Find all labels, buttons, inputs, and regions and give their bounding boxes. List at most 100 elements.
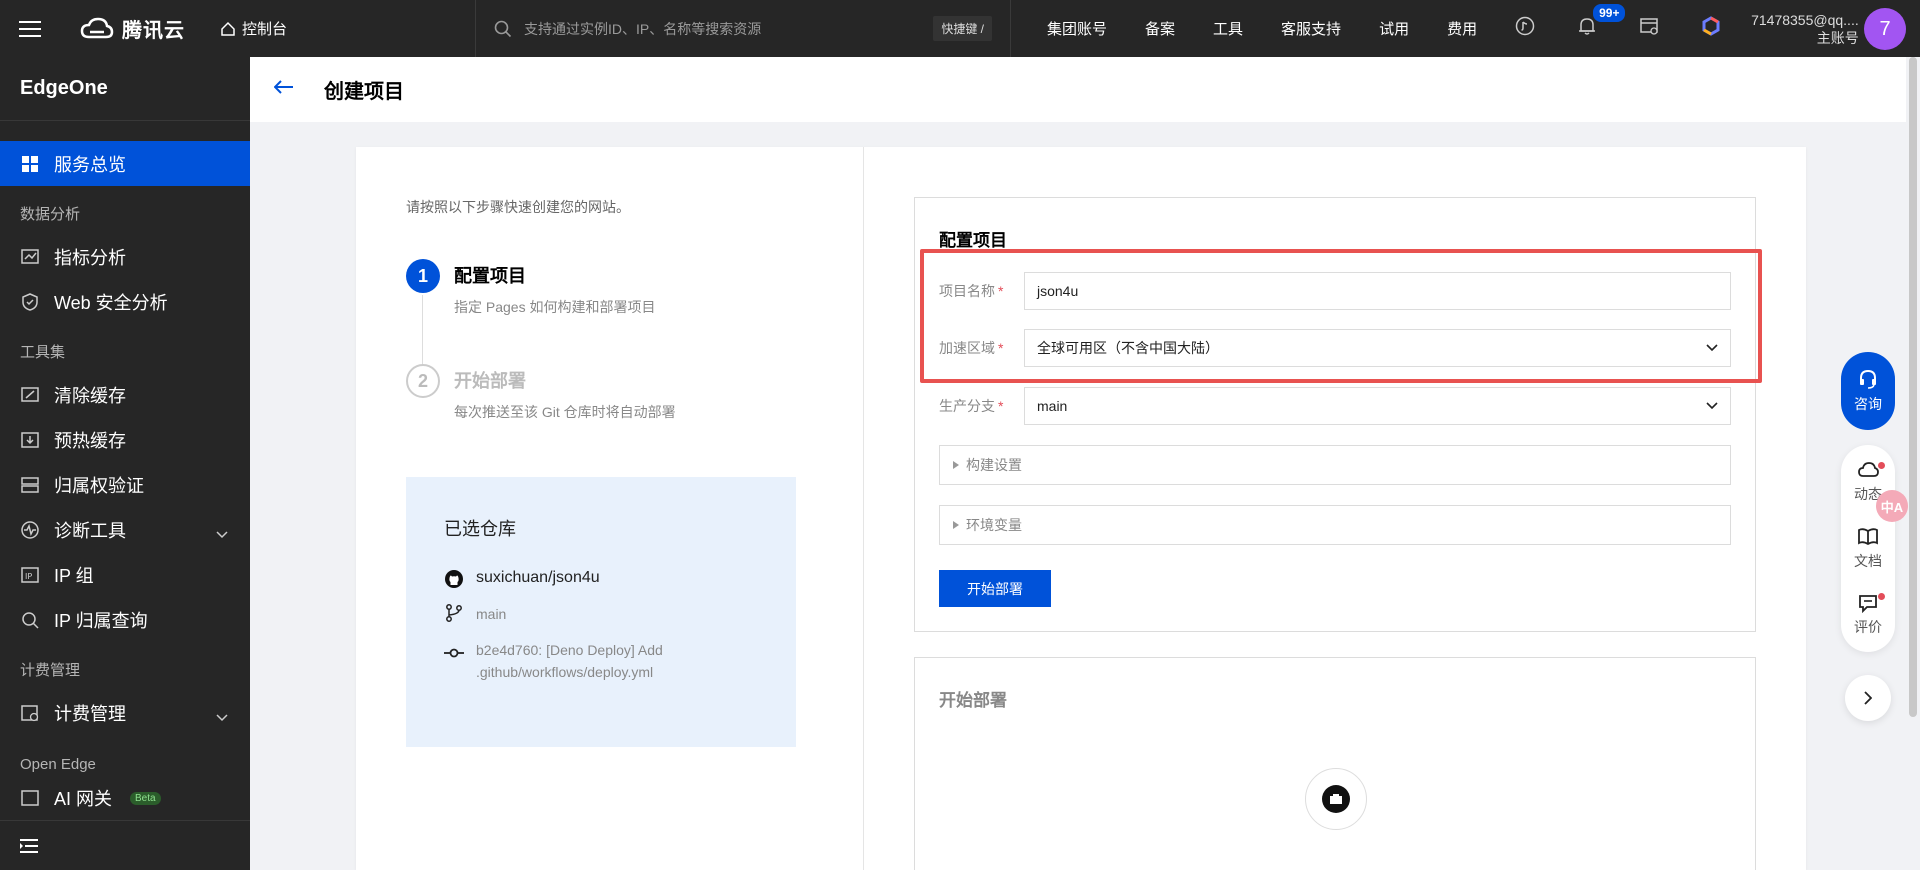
collapse-menu-icon: [20, 838, 38, 853]
nav-trial[interactable]: 试用: [1379, 18, 1409, 39]
notification-button[interactable]: 99+: [1577, 2, 1628, 41]
expand-panel-button[interactable]: [1845, 675, 1891, 721]
git-branch-icon: [446, 604, 462, 622]
translate-button[interactable]: 中A: [1876, 490, 1908, 522]
step-connector: [422, 295, 423, 365]
git-commit-icon: [444, 648, 464, 658]
consult-button[interactable]: 咨询: [1841, 352, 1895, 430]
nav-billing[interactable]: 费用: [1447, 18, 1477, 39]
caret-right-icon: [953, 521, 959, 529]
feedback-icon: [1859, 595, 1877, 613]
sidebar-item-label: IP 归属查询: [54, 610, 148, 631]
selected-repo-panel: 已选仓库 suxichuan/json4u main b2e4d760: [De…: [406, 477, 796, 747]
sidebar-item-label: 归属权验证: [54, 475, 144, 496]
chevron-right-icon: [1864, 691, 1872, 705]
highlight-box: [920, 249, 1762, 383]
start-deploy-button[interactable]: 开始部署: [939, 570, 1051, 607]
nav-filing[interactable]: 备案: [1145, 18, 1175, 39]
branch-select[interactable]: main: [1024, 387, 1731, 425]
shortcut-hint: 快捷键 /: [933, 16, 992, 41]
step-title: 开始部署: [454, 371, 526, 391]
env-vars-label: 环境变量: [966, 517, 1022, 533]
sidebar-item-label: AI 网关: [54, 789, 113, 809]
branch-value: main: [1037, 398, 1068, 414]
account-info[interactable]: 71478355@qq.... 主账号: [1751, 11, 1859, 47]
review-button[interactable]: 评价: [1841, 593, 1895, 637]
billing-icon: [20, 703, 40, 723]
sidebar-item-ip-group[interactable]: IP IP 组: [0, 552, 250, 597]
headset-icon: [1860, 369, 1876, 389]
tencent-cloud-logo[interactable]: 腾讯云: [60, 14, 190, 43]
avatar[interactable]: 7: [1864, 8, 1906, 50]
sidebar-item-label: 计费管理: [54, 703, 126, 724]
sidebar-item-label: 预热缓存: [54, 430, 126, 451]
page-title: 创建项目: [324, 81, 404, 103]
consult-label: 咨询: [1854, 396, 1882, 412]
branch-field: 生产分支 * main: [939, 387, 1731, 425]
console-link[interactable]: 控制台: [190, 18, 475, 39]
chevron-down-icon: [216, 706, 228, 727]
sidebar-item-overview[interactable]: 服务总览: [0, 141, 250, 186]
page-header: 创建项目: [250, 57, 1920, 122]
step-number: 2: [406, 364, 440, 398]
sidebar-item-diagnose[interactable]: 诊断工具: [0, 507, 250, 552]
sidebar-item-prefetch-cache[interactable]: 预热缓存: [0, 417, 250, 462]
chart-icon: [20, 247, 40, 267]
top-bar: 腾讯云 控制台 快捷键 / 集团账号 备案 工具 客服支持 试用 费用 99+ …: [0, 0, 1920, 57]
menu-group-open-edge: Open Edge: [20, 756, 96, 773]
env-vars-collapse[interactable]: 环境变量: [939, 505, 1731, 545]
step-1: 1 配置项目 指定 Pages 如何构建和部署项目: [406, 259, 655, 317]
notification-badge: 99+: [1591, 2, 1628, 24]
collapse-sidebar-button[interactable]: [0, 820, 250, 870]
nav-support[interactable]: 客服支持: [1281, 18, 1341, 39]
shield-icon: [20, 292, 40, 312]
workorder-icon[interactable]: [1639, 16, 1659, 41]
loading-indicator: [1305, 768, 1367, 830]
caret-right-icon: [953, 461, 959, 469]
float-tool-panel: 动态 文档 评价: [1841, 445, 1895, 652]
ip-icon: IP: [20, 565, 40, 585]
intro-text: 请按照以下步骤快速创建您的网站。: [406, 199, 630, 215]
steps-pane: 请按照以下步骤快速创建您的网站。 1 配置项目 指定 Pages 如何构建和部署…: [356, 147, 864, 870]
search-icon: [494, 20, 512, 37]
search-input[interactable]: [524, 20, 922, 37]
sidebar-item-purge-cache[interactable]: 清除缓存: [0, 372, 250, 417]
menu-icon[interactable]: [0, 0, 60, 57]
colorful-app-icon[interactable]: [1701, 16, 1721, 41]
sidebar-item-label: 清除缓存: [54, 385, 126, 406]
beta-badge: Beta: [130, 791, 161, 805]
step-title: 配置项目: [454, 266, 526, 286]
purge-icon: [20, 385, 40, 405]
top-icons: 99+: [1515, 2, 1721, 41]
console-label: 控制台: [242, 21, 288, 38]
github-icon: [445, 570, 463, 588]
nav-group-account[interactable]: 集团账号: [1047, 18, 1107, 39]
docs-label: 文档: [1854, 553, 1882, 569]
sidebar-item-label: 指标分析: [54, 247, 126, 268]
repo-commit-row: b2e4d760: [Deno Deploy] Add .github/work…: [444, 639, 758, 683]
page-scrollbar[interactable]: [1906, 57, 1920, 870]
step-number: 1: [406, 259, 440, 293]
sidebar-item-metrics[interactable]: 指标分析: [0, 234, 250, 279]
repo-branch-row: main: [444, 603, 758, 625]
sidebar-item-ai-gateway[interactable]: AI 网关 Beta: [0, 783, 250, 813]
scrollbar-thumb[interactable]: [1909, 57, 1917, 717]
sidebar-item-web-security[interactable]: Web 安全分析: [0, 279, 250, 324]
build-settings-collapse[interactable]: 构建设置: [939, 445, 1731, 485]
nav-tools[interactable]: 工具: [1213, 18, 1243, 39]
book-icon: [1858, 528, 1878, 546]
field-label: 生产分支 *: [939, 398, 1004, 414]
repo-name: suxichuan/json4u: [476, 569, 600, 586]
sidebar-item-ownership[interactable]: 归属权验证: [0, 462, 250, 507]
docs-button[interactable]: 文档: [1841, 527, 1895, 571]
server-icon: [20, 475, 40, 495]
tiktok-icon[interactable]: [1515, 16, 1535, 41]
sidebar-item-label: IP 组: [54, 565, 94, 586]
sidebar-item-ip-lookup[interactable]: IP 归属查询: [0, 597, 250, 642]
menu-group-tools: 工具集: [20, 344, 66, 361]
step-2: 2 开始部署 每次推送至该 Git 仓库时将自动部署: [406, 364, 676, 422]
product-name: EdgeOne: [0, 57, 250, 121]
back-arrow-icon[interactable]: [273, 80, 304, 99]
search-icon: [20, 610, 40, 630]
sidebar-item-billing[interactable]: 计费管理: [0, 690, 250, 735]
